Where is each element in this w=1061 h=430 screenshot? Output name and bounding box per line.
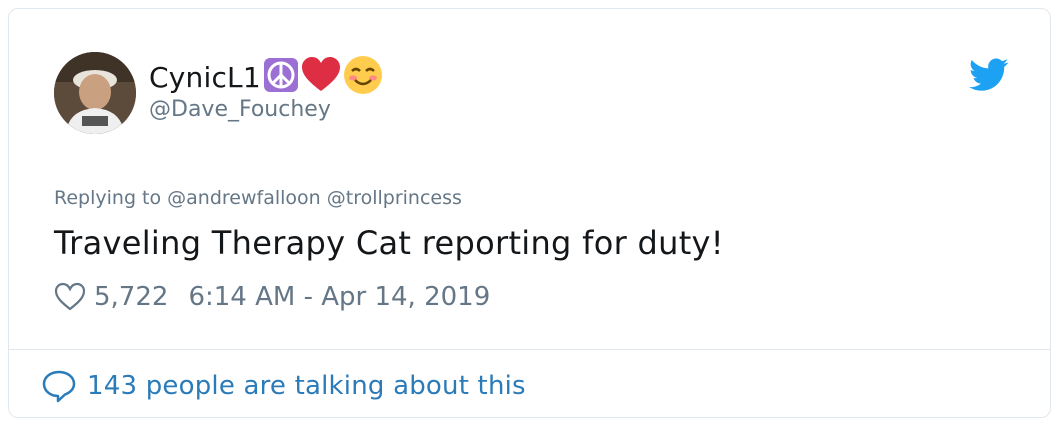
smiling-face-icon <box>343 55 383 99</box>
conversation-link[interactable]: 143 people are talking about this <box>41 364 526 408</box>
divider <box>9 349 1050 350</box>
twitter-bird-icon[interactable] <box>969 57 1009 93</box>
display-name[interactable]: CynicL1 <box>149 61 261 94</box>
like-heart-icon[interactable] <box>54 282 86 312</box>
tweet-text: Traveling Therapy Cat reporting for duty… <box>54 224 724 262</box>
display-name-row[interactable]: CynicL1 <box>149 55 383 99</box>
talking-text[interactable]: 143 people are talking about this <box>87 371 526 401</box>
like-count[interactable]: 5,722 <box>94 282 168 312</box>
tweet-card: CynicL1 @Dave_Fouchey Replying to @andre… <box>8 8 1051 418</box>
timestamp[interactable]: 6:14 AM - Apr 14, 2019 <box>188 282 490 312</box>
speech-bubble-icon <box>41 369 77 403</box>
reply-context[interactable]: Replying to @andrewfalloon @trollprinces… <box>54 187 462 209</box>
avatar[interactable] <box>54 52 136 134</box>
tweet-meta: 5,722 6:14 AM - Apr 14, 2019 <box>54 277 490 317</box>
red-heart-icon <box>301 57 341 97</box>
user-handle[interactable]: @Dave_Fouchey <box>149 97 331 122</box>
peace-symbol-icon <box>263 57 299 97</box>
